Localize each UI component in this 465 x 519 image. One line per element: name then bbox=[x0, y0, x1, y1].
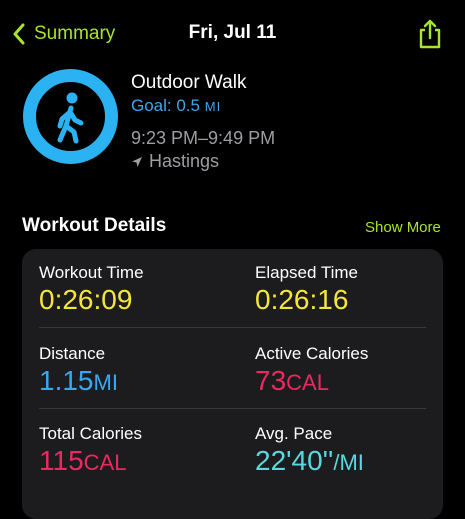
workout-goal: Goal: 0.5 MI bbox=[131, 96, 221, 116]
metric-total-calories: Total Calories 115CAL bbox=[39, 424, 142, 479]
workout-name: Outdoor Walk bbox=[131, 72, 247, 93]
metric-active-calories: Active Calories 73CAL bbox=[255, 344, 368, 399]
metric-label: Total Calories bbox=[39, 424, 142, 443]
divider bbox=[39, 408, 426, 409]
workout-details-title: Workout Details bbox=[22, 215, 167, 236]
goal-unit: MI bbox=[204, 99, 222, 114]
metric-value: 115CAL bbox=[39, 445, 127, 476]
metric-value: 22'40''/MI bbox=[255, 445, 364, 476]
metric-distance: Distance 1.15MI bbox=[39, 344, 118, 399]
page-title: Fri, Jul 11 bbox=[188, 22, 277, 43]
workout-location: Hastings bbox=[131, 151, 219, 172]
metric-value: 0:26:16 bbox=[255, 284, 349, 315]
metric-label: Workout Time bbox=[39, 263, 144, 282]
show-more-link[interactable]: Show More bbox=[365, 219, 441, 236]
walking-figure-icon bbox=[57, 105, 84, 144]
workout-time-range: 9:23 PM–9:49 PM bbox=[131, 128, 276, 148]
share-icon bbox=[419, 19, 441, 49]
metric-avg-pace: Avg. Pace 22'40''/MI bbox=[255, 424, 364, 479]
metric-value: 0:26:09 bbox=[39, 284, 133, 315]
location-arrow-icon bbox=[132, 156, 142, 167]
metric-workout-time: Workout Time 0:26:09 bbox=[39, 263, 144, 316]
metric-label: Distance bbox=[39, 344, 106, 363]
goal-value: Goal: 0.5 bbox=[131, 96, 200, 115]
workout-ring bbox=[22, 68, 119, 165]
metric-elapsed-time: Elapsed Time 0:26:16 bbox=[255, 263, 358, 316]
metric-value: 1.15MI bbox=[39, 365, 118, 396]
metric-label: Avg. Pace bbox=[255, 424, 333, 443]
metric-label: Active Calories bbox=[255, 344, 369, 363]
workout-details-card: Workout Time 0:26:09 Elapsed Time 0:26:1… bbox=[22, 249, 443, 519]
divider bbox=[39, 327, 426, 328]
share-button[interactable] bbox=[415, 18, 445, 50]
metric-label: Elapsed Time bbox=[255, 263, 358, 282]
location-label: Hastings bbox=[149, 151, 220, 171]
metric-value: 73CAL bbox=[255, 365, 329, 396]
